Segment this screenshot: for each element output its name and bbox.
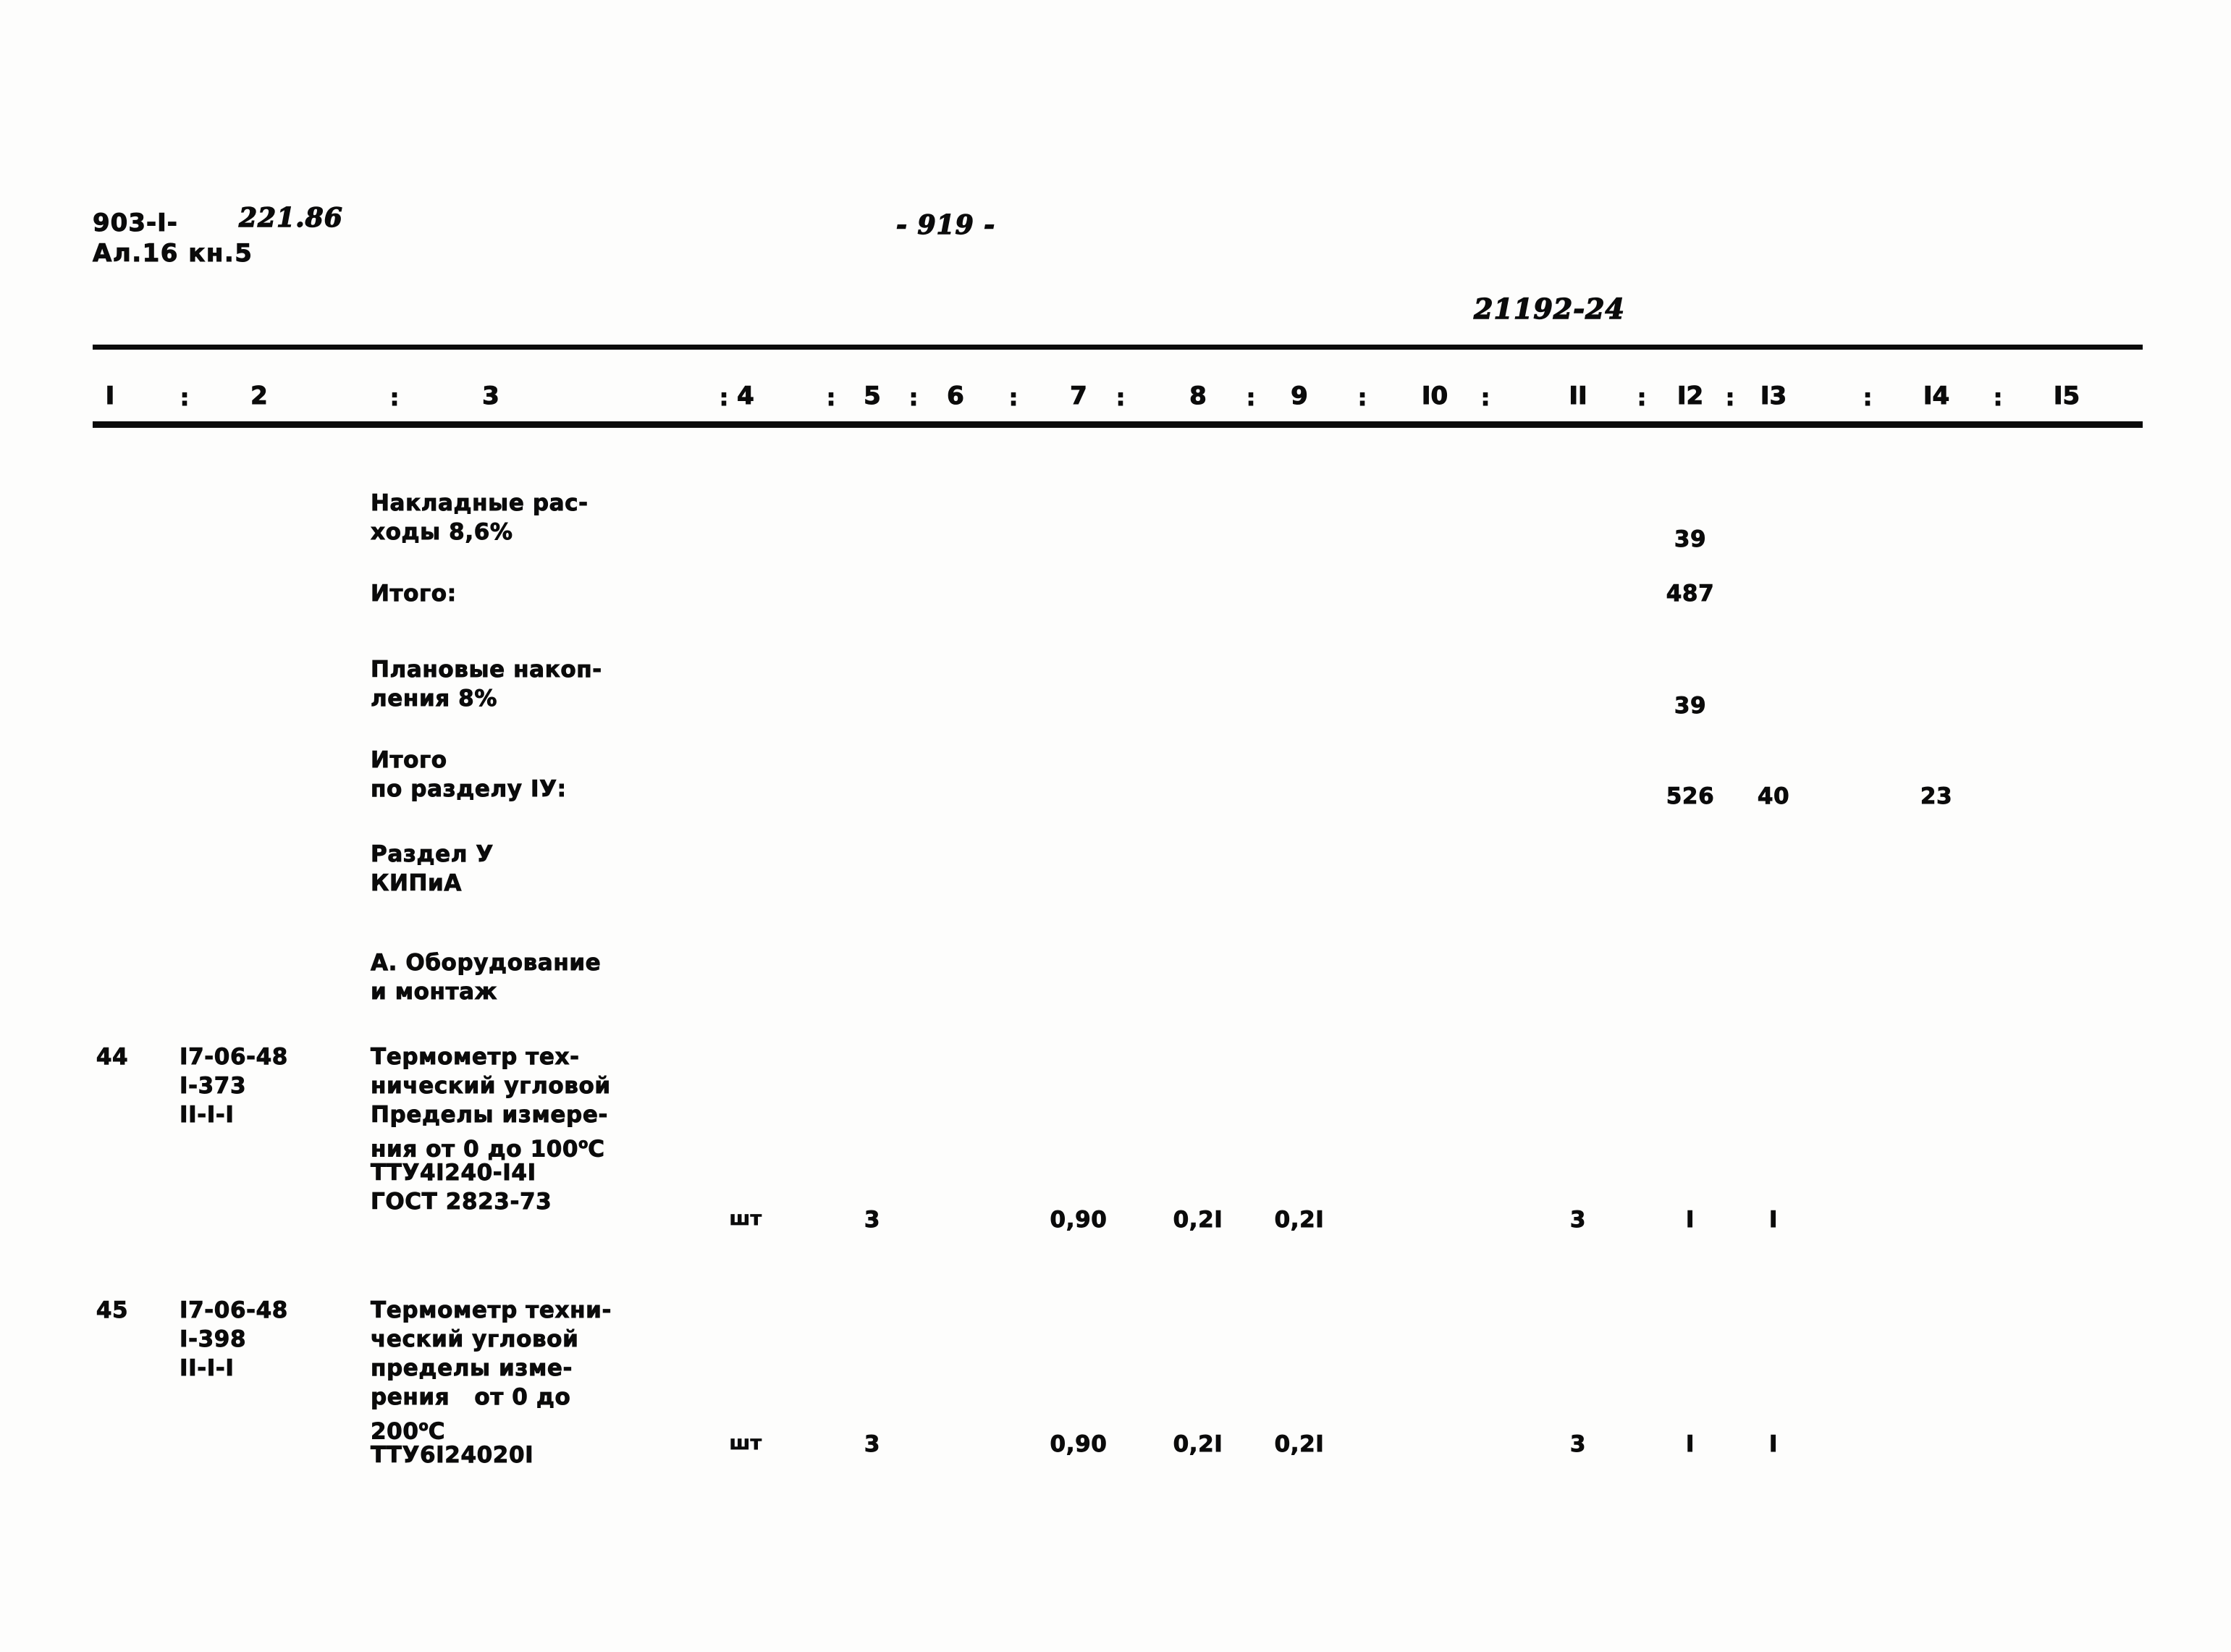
row-description-line: по разделу IУ: — [371, 776, 567, 803]
row-description-line: Итого: — [371, 581, 457, 607]
column-header-13: I3 — [1760, 381, 1787, 410]
row-description-line: ТТУ4I240-I4I — [371, 1160, 536, 1187]
row-col12-value: 39 — [1674, 693, 1707, 720]
column-header-6: 6 — [947, 381, 965, 410]
row-col14-value: 23 — [1920, 783, 1953, 810]
row-description-line: Плановые накоп- — [371, 657, 602, 683]
column-separator-2: : — [389, 384, 400, 412]
row-col7-value: 0,90 — [1050, 1207, 1108, 1234]
row-col8-value: 0,2I — [1173, 1207, 1223, 1234]
row-description-line: Пределы измере- — [371, 1102, 608, 1129]
row-description-line: А. Оборудование — [371, 950, 602, 977]
column-header-3: 3 — [482, 381, 500, 410]
row-description-line: ческий угловой — [371, 1326, 579, 1353]
row-col13-value: 40 — [1757, 783, 1790, 810]
row-description-line: ГОСТ 2823-73 — [371, 1189, 552, 1215]
column-separator-12: : — [1725, 384, 1735, 412]
column-separator-11: : — [1637, 384, 1647, 412]
row-unit: шт — [729, 1208, 762, 1231]
row-description-line: КИПиА — [371, 870, 462, 897]
row-col9-value: 0,2I — [1274, 1431, 1325, 1458]
column-separator-10: : — [1480, 384, 1490, 412]
column-separator-13: : — [1863, 384, 1873, 412]
page-number: - 919 - — [895, 209, 996, 240]
row-col11-value: 3 — [1569, 1207, 1587, 1234]
row-description-line: нический угловой — [371, 1073, 611, 1100]
header-rule — [93, 421, 2143, 428]
row-col7-value: 0,90 — [1050, 1431, 1108, 1458]
column-header-11: II — [1569, 381, 1587, 410]
row-col11-value: 3 — [1569, 1431, 1587, 1458]
column-separator-8: : — [1246, 384, 1256, 412]
column-header-12: I2 — [1677, 381, 1704, 410]
row-unit: шт — [729, 1432, 762, 1455]
row-quantity: 3 — [864, 1207, 881, 1234]
album-book-line: Ал.16 кн.5 — [92, 239, 253, 269]
column-header-9: 9 — [1291, 381, 1309, 410]
row-description-line: и монтаж — [371, 979, 498, 1006]
row-description-line: Термометр техни- — [371, 1297, 612, 1324]
row-col12-value: 39 — [1674, 526, 1707, 553]
row-col9-value: 0,2I — [1274, 1207, 1325, 1234]
row-col13-value: I — [1768, 1207, 1779, 1234]
row-code-line: II-I-I — [180, 1355, 235, 1382]
document-page: 903-I- 221.86 Ал.16 кн.5 - 919 - 21192-2… — [0, 0, 2231, 1652]
column-separator-6: : — [1008, 384, 1018, 412]
row-col8-value: 0,2I — [1173, 1431, 1223, 1458]
row-code-line: I7-06-48 — [180, 1044, 288, 1071]
column-separator-7: : — [1116, 384, 1126, 412]
column-separator-4: : — [826, 384, 836, 412]
document-code-handwritten: 221.86 — [238, 202, 343, 233]
row-number: 45 — [96, 1297, 129, 1324]
column-header-14: I4 — [1923, 381, 1950, 410]
column-header-1: I — [105, 381, 115, 410]
document-code-printed: 903-I- — [93, 208, 178, 238]
row-description-line: ления 8% — [371, 686, 497, 712]
row-quantity: 3 — [864, 1431, 881, 1458]
row-col13-value: I — [1768, 1431, 1779, 1458]
row-description-line: Термометр тех- — [371, 1044, 580, 1071]
row-code-line: I-398 — [180, 1326, 247, 1353]
column-header-2: 2 — [250, 381, 269, 410]
row-description-line: пределы изме- — [371, 1355, 573, 1382]
column-header-10: I0 — [1421, 381, 1448, 410]
column-separator-9: : — [1357, 384, 1367, 412]
column-separator-3: : — [719, 384, 729, 412]
column-header-8: 8 — [1189, 381, 1207, 410]
column-header-7: 7 — [1070, 381, 1088, 410]
column-separator-1: : — [180, 384, 190, 412]
row-description-line: рения от 0 до — [371, 1384, 571, 1411]
row-description-line: Накладные рас- — [371, 490, 589, 517]
stamp-number: 21192-24 — [1473, 292, 1625, 325]
column-header-5: 5 — [864, 381, 882, 410]
row-description-line: ТТУ6I24020I — [371, 1442, 534, 1469]
row-code-line: I-373 — [180, 1073, 247, 1100]
column-separator-14: : — [1993, 384, 2003, 412]
row-description-line: Итого — [371, 747, 447, 774]
row-description-line: ходы 8,6% — [371, 519, 513, 546]
column-separator-5: : — [908, 384, 919, 412]
row-code-line: II-I-I — [180, 1102, 235, 1129]
row-code-line: I7-06-48 — [180, 1297, 288, 1324]
row-number: 44 — [96, 1044, 129, 1071]
column-header-15: I5 — [2053, 381, 2080, 410]
top-rule — [93, 345, 2143, 350]
row-col12-value: 487 — [1666, 581, 1715, 607]
row-description-line: Раздел У — [371, 841, 494, 868]
